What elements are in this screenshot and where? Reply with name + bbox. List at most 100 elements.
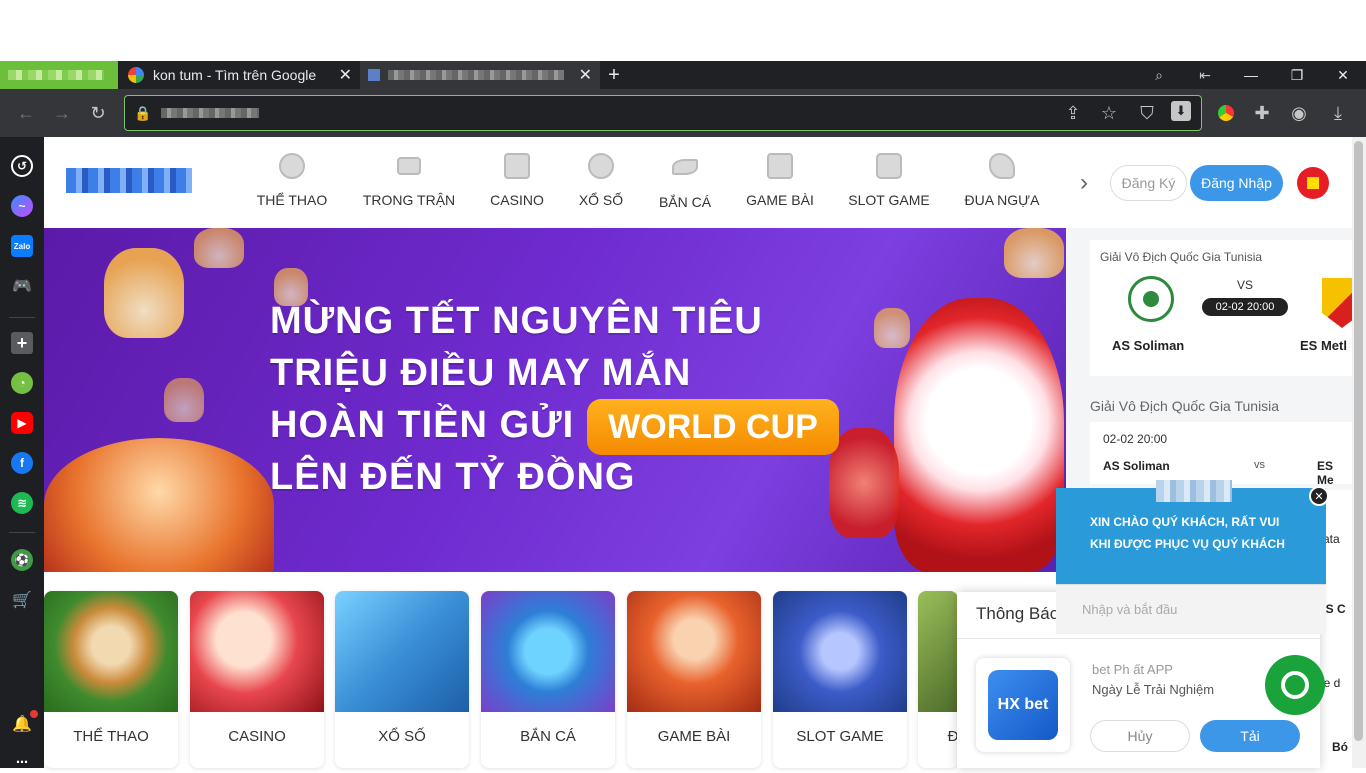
back-tab-icon[interactable]: ⇤: [1193, 63, 1217, 87]
nav-casino[interactable]: CASINO: [486, 137, 548, 228]
page-scrollbar-thumb[interactable]: [1354, 141, 1363, 741]
facebook-icon[interactable]: f: [11, 452, 33, 474]
notification-line-2: Ngày Lễ Trải Nghiệm: [1092, 682, 1215, 697]
register-button[interactable]: Đăng Ký: [1110, 165, 1187, 201]
add-app-icon[interactable]: +: [11, 332, 33, 354]
zalo-icon[interactable]: Zalo: [11, 235, 33, 257]
login-button[interactable]: Đăng Nhập: [1190, 165, 1283, 201]
dock-divider: [9, 532, 35, 533]
nav-xo-so[interactable]: XỔ SỐ: [574, 137, 628, 228]
category-slot-game[interactable]: SLOT GAME: [773, 591, 907, 768]
team-crest-icon: [1322, 278, 1352, 328]
bookmark-star-icon[interactable]: ☆: [1097, 101, 1121, 125]
cards-icon: [504, 153, 530, 179]
lock-icon: 🔒: [134, 104, 152, 121]
nav-dua-ngua[interactable]: ĐUA NGỰA: [960, 137, 1044, 228]
close-window-button[interactable]: ✕: [1320, 61, 1366, 89]
notification-line-1: bet Ph ất APP: [1092, 662, 1173, 677]
chat-bubble-button[interactable]: [1265, 655, 1325, 715]
featured-match-card[interactable]: Giải Vô Địch Quốc Gia Tunisia VS 02-02 2…: [1090, 240, 1352, 376]
tab-google-search[interactable]: kon tum - Tìm trên Google ✕: [118, 61, 360, 89]
chat-greeting-line-1: XIN CHÀO QUÝ KHÁCH, RẤT VUI: [1090, 515, 1280, 529]
category-image: [773, 591, 907, 712]
notification-dot: [30, 710, 38, 718]
nav-label: GAME BÀI: [746, 192, 814, 208]
history-icon[interactable]: ↺: [11, 155, 33, 177]
notification-title: Thông Báo: [976, 604, 1060, 623]
category-game-bai[interactable]: GAME BÀI: [627, 591, 761, 768]
search-tabs-icon[interactable]: ⌕: [1147, 63, 1171, 87]
browser-profile-tab[interactable]: [0, 61, 118, 89]
category-casino[interactable]: CASINO: [190, 591, 324, 768]
category-xo-so[interactable]: XỔ SỐ: [335, 591, 469, 768]
section-league-title: Giải Vô Địch Quốc Gia Tunisia: [1090, 398, 1280, 414]
category-image: [190, 591, 324, 712]
gamepad-icon[interactable]: 🎮: [11, 275, 33, 297]
minimize-button[interactable]: —: [1228, 61, 1274, 89]
cancel-button[interactable]: Hủy: [1090, 720, 1190, 752]
playing-card-icon: [767, 153, 793, 179]
featured-away-team: ES Metl: [1300, 338, 1347, 353]
lantern-decoration: [874, 308, 910, 348]
chat-input[interactable]: Nhập và bắt đầu: [1056, 584, 1326, 634]
page-scrollbar[interactable]: [1352, 137, 1366, 768]
notification-bell-icon[interactable]: 🔔: [11, 713, 33, 735]
tab-close-icon[interactable]: ✕: [579, 65, 592, 85]
tab-close-icon[interactable]: ✕: [339, 65, 352, 85]
nav-label: TRONG TRẬN: [362, 192, 456, 208]
nav-the-thao[interactable]: THỂ THAO: [254, 137, 330, 228]
address-bar[interactable]: 🔒 ⇪ ☆ ⛉ ⬇: [124, 95, 1202, 131]
video-camera-icon: [397, 157, 421, 175]
lantern-decoration: [104, 248, 184, 338]
divider: [957, 638, 1320, 639]
dock-divider: [9, 317, 35, 318]
category-label: XỔ SỐ: [378, 728, 426, 745]
category-dua-ngua[interactable]: Đ: [918, 591, 958, 768]
extension-shield-icon[interactable]: ⛉: [1135, 101, 1159, 125]
cart-icon[interactable]: 🛒: [11, 589, 33, 611]
category-ban-ca[interactable]: BẮN CÁ: [481, 591, 615, 768]
nav-next-chevron-icon[interactable]: ›: [1080, 169, 1088, 197]
promo-banner[interactable]: MỪNG TẾT NGUYÊN TIÊU TRIỆU ĐIỀU MAY MẮN …: [44, 228, 1066, 572]
pixelated-chat-avatar: [1156, 480, 1232, 502]
page-top-blank: [0, 0, 1366, 61]
nav-ban-ca[interactable]: BẮN CÁ: [652, 137, 718, 228]
soccer-app-icon[interactable]: ⚽: [11, 549, 33, 571]
downloads-icon[interactable]: ⤓: [1326, 101, 1350, 125]
nav-game-bai[interactable]: GAME BÀI: [742, 137, 818, 228]
download-box-icon[interactable]: ⬇: [1171, 101, 1191, 121]
tab-active-site[interactable]: ✕: [360, 61, 600, 89]
reload-icon[interactable]: ↻: [86, 101, 110, 125]
spotify-icon[interactable]: ≋: [11, 492, 33, 514]
extensions-puzzle-icon[interactable]: ✚: [1250, 101, 1274, 125]
category-label: THỂ THAO: [73, 728, 149, 745]
banner-line-3: HOÀN TIỀN GỬI: [270, 404, 575, 446]
more-options-icon[interactable]: ⋯: [11, 751, 33, 773]
tab-title: kon tum - Tìm trên Google: [153, 67, 317, 83]
messenger-icon[interactable]: ~: [11, 195, 33, 217]
new-tab-button[interactable]: +: [604, 61, 624, 89]
profile-icon[interactable]: ◉: [1287, 101, 1311, 125]
maximize-button[interactable]: ❐: [1274, 61, 1320, 89]
chat-close-button[interactable]: ✕: [1309, 486, 1329, 506]
category-image: [918, 591, 958, 712]
nav-slot-game[interactable]: SLOT GAME: [844, 137, 934, 228]
category-the-thao[interactable]: THỂ THAO: [44, 591, 178, 768]
match-row[interactable]: 02-02 20:00 AS Soliman vs ES Me: [1090, 422, 1352, 487]
category-image: [335, 591, 469, 712]
back-arrow-icon[interactable]: ←: [14, 101, 38, 125]
share-icon[interactable]: ⇪: [1061, 101, 1085, 125]
youtube-icon[interactable]: ▶: [11, 412, 33, 434]
color-wheel-icon[interactable]: [1214, 101, 1238, 125]
lantern-decoration: [1004, 228, 1064, 278]
download-button[interactable]: Tải: [1200, 720, 1300, 752]
banner-line-1: MỪNG TẾT NGUYÊN TIÊU: [270, 300, 763, 342]
match-away: ES Me: [1317, 459, 1334, 487]
nav-label: THỂ THAO: [256, 192, 328, 208]
nav-trong-tran[interactable]: TRONG TRẬN: [362, 137, 456, 228]
pixelated-profile: [8, 70, 104, 80]
language-flag-icon[interactable]: [1297, 167, 1329, 199]
speedometer-icon[interactable]: ◔: [11, 372, 33, 394]
site-logo[interactable]: [66, 168, 192, 193]
forward-arrow-icon[interactable]: →: [50, 101, 74, 125]
